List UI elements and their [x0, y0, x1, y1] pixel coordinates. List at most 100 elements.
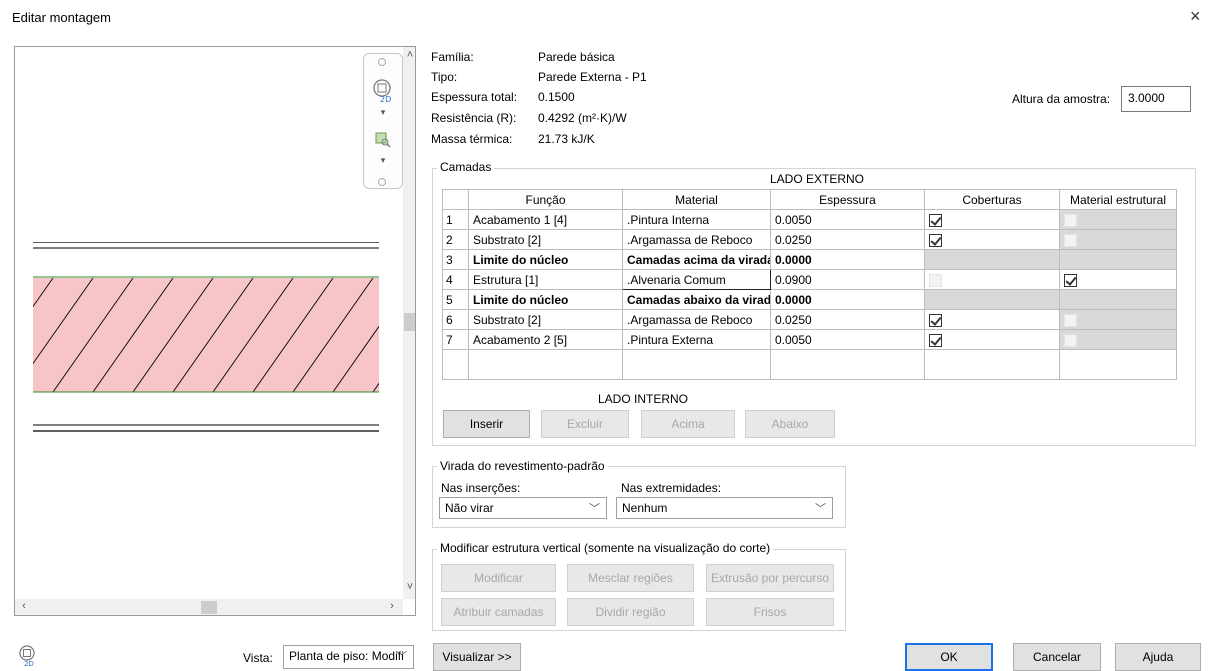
coberturas-checkbox[interactable]: [929, 333, 942, 347]
material-cell[interactable]: .Pintura Interna: [622, 209, 771, 230]
estrutural-cell: [1059, 209, 1177, 230]
dividir-regiao-button[interactable]: Dividir região: [567, 598, 694, 626]
mesclar-regioes-button[interactable]: Mesclar regiões: [567, 564, 694, 592]
column-header-espessura: Espessura: [770, 189, 925, 210]
row-number: 6: [442, 309, 469, 330]
modificar-button[interactable]: Modificar: [441, 564, 556, 592]
estrutural-cell: [1059, 289, 1177, 310]
extremidades-value: Nenhum: [622, 501, 668, 515]
funcao-cell[interactable]: Substrato [2]: [468, 309, 623, 330]
scroll-thumb[interactable]: [201, 601, 217, 614]
frisos-button[interactable]: Frisos: [706, 598, 834, 626]
close-icon[interactable]: ×: [1190, 6, 1201, 27]
preview-panel[interactable]: 2D ▾ ▾ ˄ ˅ ‹ ›: [14, 46, 416, 616]
funcao-cell[interactable]: Limite do núcleo: [468, 289, 623, 310]
familia-label: Família:: [431, 50, 474, 64]
coberturas-cell: [924, 269, 1060, 290]
vista-value: Planta de piso: Modifi: [289, 649, 404, 663]
chevron-down-icon: ﹀: [815, 503, 826, 515]
layers-table[interactable]: Função Material Espessura Coberturas Mat…: [442, 189, 1177, 380]
coberturas-cell: [924, 249, 1060, 270]
view-2d-icon[interactable]: 2D: [16, 644, 40, 668]
row-number: 4: [442, 269, 469, 290]
funcao-cell[interactable]: Acabamento 2 [5]: [468, 329, 623, 350]
estrutural-cell: [1059, 329, 1177, 350]
vertical-scrollbar[interactable]: ˄ ˅: [403, 47, 415, 599]
material-cell[interactable]: .Pintura Externa: [622, 329, 771, 350]
chevron-down-icon: ﹀: [396, 651, 407, 663]
empty-cell: [468, 349, 623, 380]
badge-2d: 2D: [380, 95, 391, 104]
vista-select[interactable]: Planta de piso: Modifi ﹀: [283, 645, 414, 669]
material-cell[interactable]: Camadas abaixo da virada: [622, 289, 771, 310]
column-header-funcao: Função: [468, 189, 623, 210]
espessura-cell[interactable]: 0.0900: [770, 269, 925, 290]
table-row[interactable]: 3 Limite do núcleo Camadas acima da vira…: [442, 249, 1177, 270]
badge-2d: 2D: [24, 660, 34, 668]
chevron-left-icon[interactable]: ‹: [17, 600, 31, 612]
espessura-cell[interactable]: 0.0250: [770, 309, 925, 330]
lado-interno-label: LADO INTERNO: [598, 392, 689, 406]
coberturas-checkbox[interactable]: [929, 313, 942, 327]
espessura-cell[interactable]: 0.0250: [770, 229, 925, 250]
funcao-cell[interactable]: Acabamento 1 [4]: [468, 209, 623, 230]
coberturas-checkbox[interactable]: [929, 213, 942, 227]
table-row[interactable]: 7 Acabamento 2 [5] .Pintura Externa 0.00…: [442, 329, 1177, 350]
coberturas-cell: [924, 329, 1060, 350]
estrutural-checkbox[interactable]: [1064, 273, 1077, 287]
nav-bar-handle-icon: [378, 58, 386, 66]
extremidades-select[interactable]: Nenhum ﹀: [616, 497, 833, 519]
ok-button[interactable]: OK: [905, 643, 993, 671]
row-number: 2: [442, 229, 469, 250]
empty-cell: [1059, 349, 1177, 380]
espessura-cell[interactable]: 0.0050: [770, 209, 925, 230]
empty-cell: [622, 349, 771, 380]
funcao-cell[interactable]: Substrato [2]: [468, 229, 623, 250]
coberturas-cell: [924, 309, 1060, 330]
abaixo-button[interactable]: Abaixo: [745, 410, 835, 438]
horizontal-scrollbar[interactable]: ‹ ›: [15, 599, 403, 615]
table-row[interactable]: 6 Substrato [2] .Argamassa de Reboco 0.0…: [442, 309, 1177, 330]
coberturas-checkbox[interactable]: [929, 233, 942, 247]
insercoes-select[interactable]: Não virar ﹀: [439, 497, 607, 519]
estrutural-cell: [1059, 249, 1177, 270]
table-row[interactable]: 1 Acabamento 1 [4] .Pintura Interna 0.00…: [442, 209, 1177, 230]
coberturas-cell: [924, 289, 1060, 310]
view-2d-icon[interactable]: 2D: [369, 78, 397, 106]
insercoes-label: Nas inserções:: [441, 481, 521, 495]
table-row[interactable]: 5 Limite do núcleo Camadas abaixo da vir…: [442, 289, 1177, 310]
table-header-row: Função Material Espessura Coberturas Mat…: [442, 189, 1177, 210]
column-header-material-estrutural: Material estrutural: [1059, 189, 1177, 210]
excluir-button[interactable]: Excluir: [541, 410, 629, 438]
chevron-down-icon[interactable]: ˅: [403, 581, 415, 593]
estrutural-cell: [1059, 309, 1177, 330]
extrusao-percurso-button[interactable]: Extrusão por percurso: [706, 564, 834, 592]
inserir-button[interactable]: Inserir: [443, 410, 530, 438]
acima-button[interactable]: Acima: [641, 410, 735, 438]
table-row[interactable]: 4 Estrutura [1] .Alvenaria Comum 0.0900: [442, 269, 1177, 290]
funcao-cell[interactable]: Estrutura [1]: [468, 269, 623, 290]
chevron-right-icon[interactable]: ›: [385, 600, 399, 612]
visualizar-button[interactable]: Visualizar >>: [433, 643, 521, 671]
cancelar-button[interactable]: Cancelar: [1013, 643, 1101, 671]
espessura-total-label: Espessura total:: [431, 90, 518, 104]
table-row[interactable]: 2 Substrato [2] .Argamassa de Reboco 0.0…: [442, 229, 1177, 250]
funcao-cell[interactable]: Limite do núcleo: [468, 249, 623, 270]
atribuir-camadas-button[interactable]: Atribuir camadas: [441, 598, 556, 626]
espessura-cell[interactable]: 0.0000: [770, 289, 925, 310]
ajuda-button[interactable]: Ajuda: [1115, 643, 1201, 671]
material-cell[interactable]: .Alvenaria Comum: [622, 269, 771, 290]
material-cell[interactable]: .Argamassa de Reboco: [622, 309, 771, 330]
coberturas-cell: [924, 209, 1060, 230]
scroll-thumb[interactable]: [404, 313, 415, 331]
lado-externo-label: LADO EXTERNO: [770, 172, 865, 186]
coberturas-checkbox: [929, 273, 942, 287]
material-cell[interactable]: .Argamassa de Reboco: [622, 229, 771, 250]
espessura-cell[interactable]: 0.0050: [770, 329, 925, 350]
espessura-cell[interactable]: 0.0000: [770, 249, 925, 270]
chevron-down-icon: ﹀: [589, 503, 600, 515]
chevron-up-icon[interactable]: ˄: [403, 49, 415, 61]
material-cell[interactable]: Camadas acima da virada: [622, 249, 771, 270]
altura-amostra-input[interactable]: 3.0000: [1121, 86, 1191, 112]
table-row-empty[interactable]: [442, 349, 1177, 380]
